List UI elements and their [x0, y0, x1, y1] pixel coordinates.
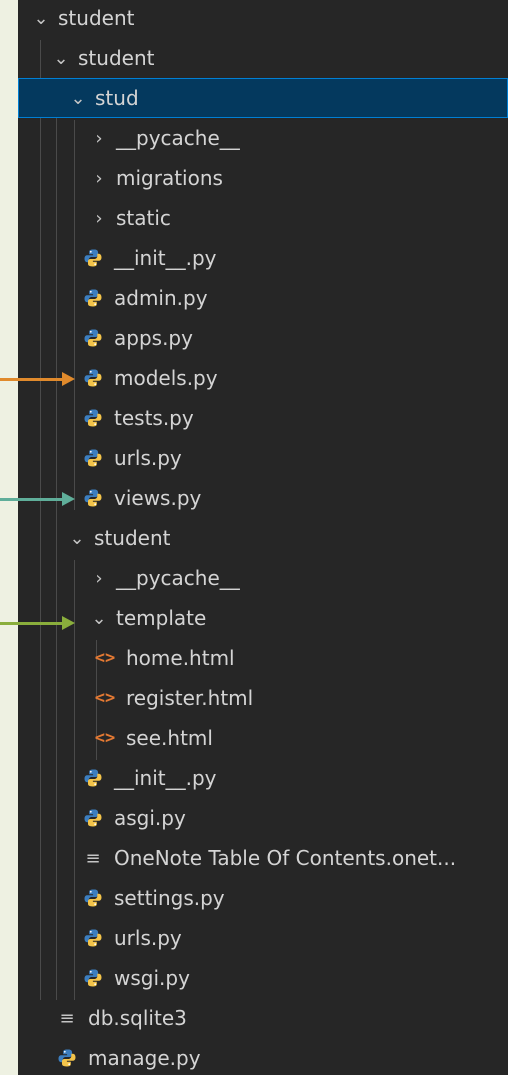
python-icon — [82, 967, 104, 989]
file-item[interactable]: __init__.py — [18, 238, 508, 278]
file-item[interactable]: __init__.py — [18, 758, 508, 798]
folder-item[interactable]: › migrations — [18, 158, 508, 198]
item-label: student — [94, 526, 171, 550]
item-label: manage.py — [88, 1046, 201, 1070]
item-label: views.py — [114, 486, 202, 510]
item-label: asgi.py — [114, 806, 186, 830]
file-item[interactable]: asgi.py — [18, 798, 508, 838]
file-item[interactable]: settings.py — [18, 878, 508, 918]
folder-item[interactable]: ⌄ template — [18, 598, 508, 638]
file-item[interactable]: tests.py — [18, 398, 508, 438]
arrow-shaft — [0, 378, 64, 381]
python-icon — [82, 247, 104, 269]
item-label: migrations — [116, 166, 223, 190]
item-label: see.html — [126, 726, 213, 750]
file-item[interactable]: manage.py — [18, 1038, 508, 1075]
folder-item[interactable]: › __pycache__ — [18, 118, 508, 158]
file-item[interactable]: wsgi.py — [18, 958, 508, 998]
python-icon — [82, 407, 104, 429]
item-label: static — [116, 206, 171, 230]
chevron-right-icon[interactable]: › — [88, 118, 110, 158]
file-item[interactable]: admin.py — [18, 278, 508, 318]
python-icon — [56, 1047, 78, 1069]
item-label: template — [116, 606, 207, 630]
item-label: models.py — [114, 366, 218, 390]
chevron-right-icon[interactable]: › — [88, 558, 110, 598]
item-label: __pycache__ — [116, 566, 240, 590]
folder-item[interactable]: › __pycache__ — [18, 558, 508, 598]
item-label: student — [58, 6, 135, 30]
file-item[interactable]: ≡ db.sqlite3 — [18, 998, 508, 1038]
folder-item[interactable]: ⌄ student — [18, 518, 508, 558]
file-item[interactable]: urls.py — [18, 438, 508, 478]
item-label: settings.py — [114, 886, 225, 910]
python-icon — [82, 927, 104, 949]
arrow-shaft — [0, 622, 64, 625]
chevron-down-icon[interactable]: ⌄ — [88, 598, 110, 638]
arrow-shaft — [0, 498, 64, 501]
file-item[interactable]: ≡ OneNote Table Of Contents.onet... — [18, 838, 508, 878]
item-label: student — [78, 46, 155, 70]
item-label: db.sqlite3 — [88, 1006, 187, 1030]
item-label: apps.py — [114, 326, 193, 350]
python-icon — [82, 767, 104, 789]
python-icon — [82, 807, 104, 829]
item-label: __init__.py — [114, 766, 217, 790]
item-label: urls.py — [114, 926, 182, 950]
item-label: register.html — [126, 686, 254, 710]
arrow-head — [62, 372, 75, 386]
python-icon — [82, 487, 104, 509]
chevron-down-icon[interactable]: ⌄ — [67, 78, 89, 118]
file-item[interactable]: <> register.html — [18, 678, 508, 718]
folder-item[interactable]: ⌄ student — [18, 0, 508, 38]
folder-item[interactable]: ⌄ stud — [18, 78, 508, 118]
item-label: wsgi.py — [114, 966, 190, 990]
item-label: OneNote Table Of Contents.onet... — [114, 846, 457, 870]
html-icon: <> — [94, 648, 116, 668]
chevron-down-icon[interactable]: ⌄ — [66, 518, 88, 558]
chevron-down-icon[interactable]: ⌄ — [50, 38, 72, 78]
arrow-head — [62, 492, 75, 506]
python-icon — [82, 887, 104, 909]
python-icon — [82, 327, 104, 349]
python-icon — [82, 287, 104, 309]
folder-item[interactable]: › static — [18, 198, 508, 238]
item-label: urls.py — [114, 446, 182, 470]
file-item[interactable]: urls.py — [18, 918, 508, 958]
python-icon — [82, 367, 104, 389]
file-item[interactable]: models.py — [18, 358, 508, 398]
python-icon — [82, 447, 104, 469]
file-item[interactable]: <> home.html — [18, 638, 508, 678]
item-label: __pycache__ — [116, 126, 240, 150]
file-explorer: ⌄ student ⌄ student ⌄ stud › __pycache__ › migrat… — [18, 0, 508, 1075]
text-lines-icon: ≡ — [85, 847, 101, 869]
file-item[interactable]: <> see.html — [18, 718, 508, 758]
item-label: stud — [95, 86, 139, 110]
chevron-right-icon[interactable]: › — [88, 198, 110, 238]
html-icon: <> — [94, 728, 116, 748]
file-item[interactable]: apps.py — [18, 318, 508, 358]
file-item[interactable]: views.py — [18, 478, 508, 518]
html-icon: <> — [94, 688, 116, 708]
chevron-right-icon[interactable]: › — [88, 158, 110, 198]
item-label: __init__.py — [114, 246, 217, 270]
item-label: home.html — [126, 646, 235, 670]
folder-item[interactable]: ⌄ student — [18, 38, 508, 78]
item-label: admin.py — [114, 286, 208, 310]
chevron-down-icon[interactable]: ⌄ — [30, 0, 52, 38]
item-label: tests.py — [114, 406, 194, 430]
text-lines-icon: ≡ — [59, 1007, 75, 1029]
arrow-head — [62, 616, 75, 630]
